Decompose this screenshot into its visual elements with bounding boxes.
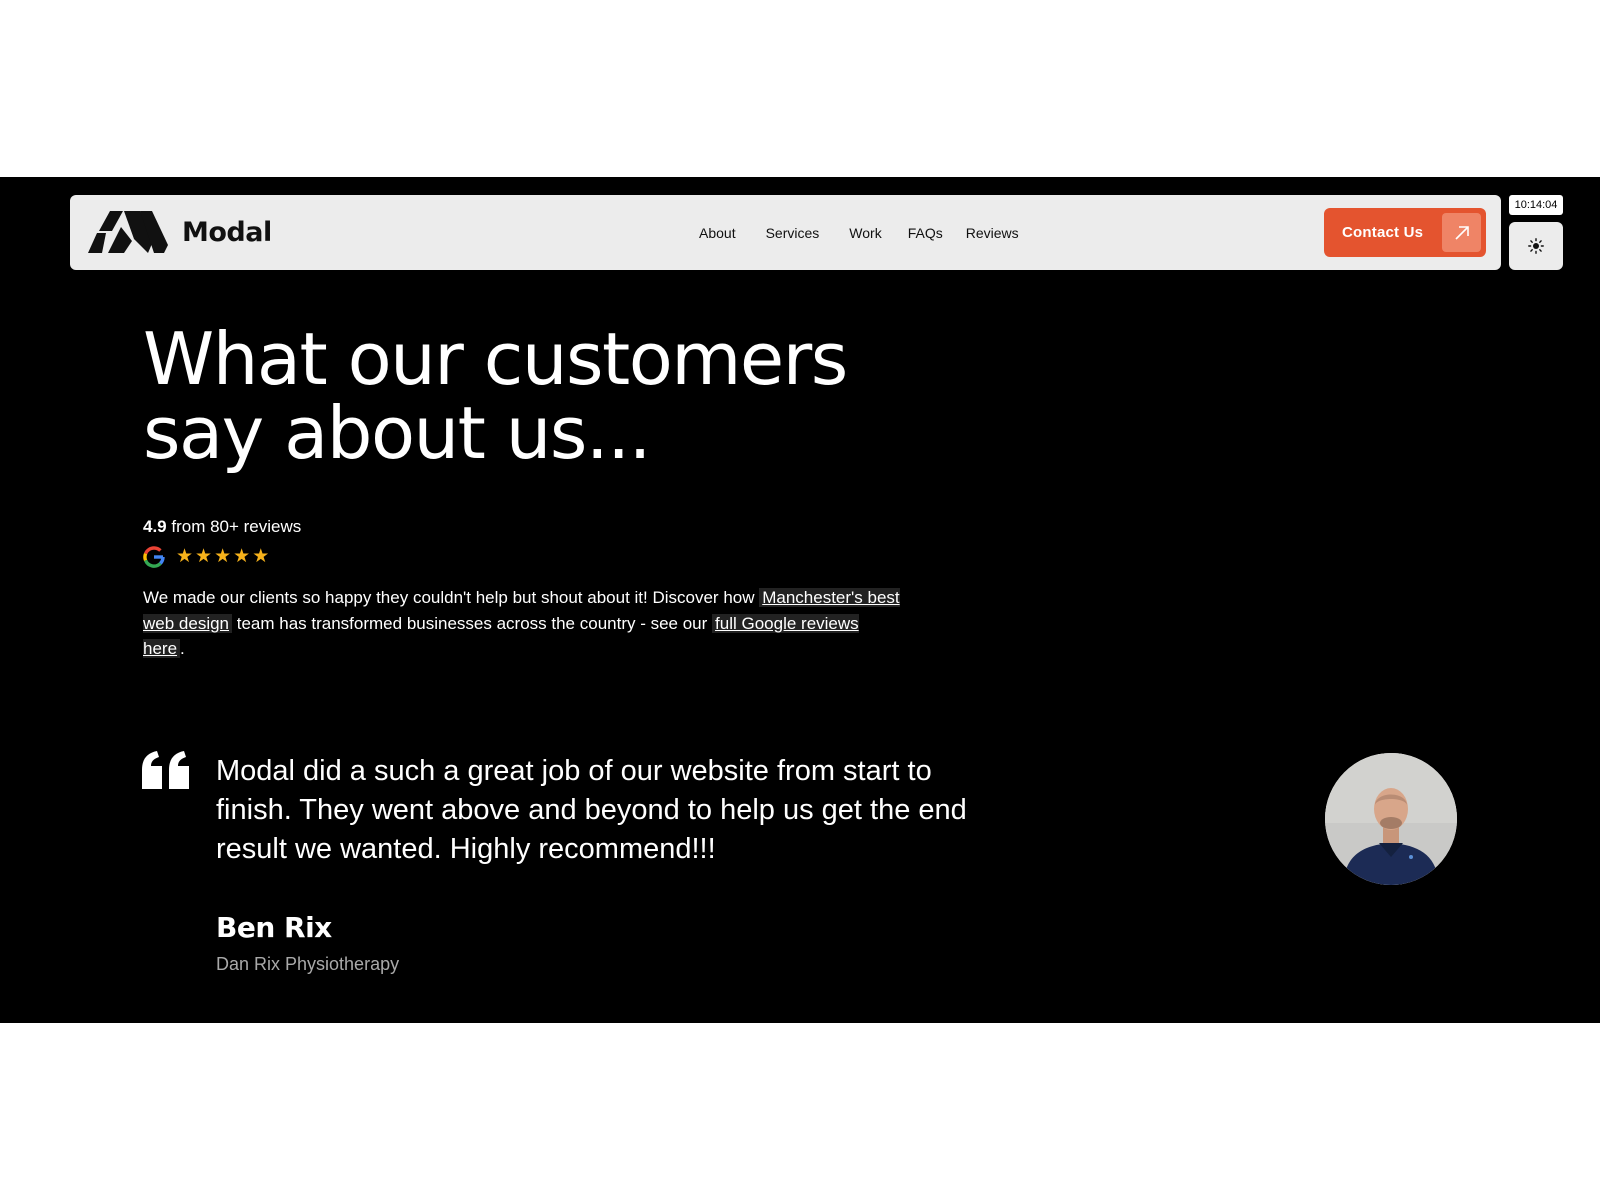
arrow-up-right-icon	[1442, 213, 1481, 252]
sun-icon	[1528, 238, 1544, 254]
star-rating: ★ ★ ★ ★ ★	[176, 547, 269, 567]
reviews-intro: We made our clients so happy they couldn…	[143, 585, 903, 662]
nav-link-work[interactable]: Work	[849, 225, 881, 241]
rating-count: from 80+ reviews	[166, 517, 302, 536]
clock-display: 10:14:04	[1509, 195, 1563, 215]
intro-text-1: We made our clients so happy they couldn…	[143, 588, 760, 607]
nav-link-services[interactable]: Services	[766, 225, 820, 241]
brand-logo[interactable]: Modal	[88, 211, 272, 253]
nav-link-reviews[interactable]: Reviews	[966, 225, 1019, 241]
star-icon: ★	[195, 546, 213, 567]
page-title-line-1: What our customers	[143, 317, 848, 401]
site-frame: Modal About Services Work FAQs Reviews C…	[0, 177, 1600, 1023]
avatar-photo	[1325, 753, 1457, 885]
star-icon: ★	[252, 546, 270, 567]
testimonial-company: Dan Rix Physiotherapy	[216, 954, 400, 974]
google-rating: ★ ★ ★ ★ ★	[142, 544, 269, 570]
google-g-icon	[143, 546, 165, 568]
main-nav: About Services Work FAQs Reviews	[628, 195, 1019, 270]
intro-text-2: team has transformed businesses across t…	[232, 613, 713, 633]
page-title: What our customers say about us...	[143, 322, 903, 470]
star-icon: ★	[233, 546, 251, 567]
brand-name: Modal	[182, 216, 272, 248]
quote-icon	[142, 751, 189, 789]
page-title-line-2: say about us...	[143, 391, 652, 475]
rating-summary: 4.9 from 80+ reviews	[143, 517, 301, 537]
star-icon: ★	[176, 546, 194, 567]
rating-value: 4.9	[143, 517, 167, 536]
theme-toggle-button[interactable]	[1509, 222, 1563, 270]
nav-link-faqs[interactable]: FAQs	[908, 225, 943, 241]
contact-us-label: Contact Us	[1342, 224, 1424, 241]
testimonial-quote: Modal did a such a great job of our webs…	[216, 755, 967, 865]
testimonial-author: Ben Rix	[216, 911, 332, 944]
modal-logo-icon	[88, 211, 168, 253]
intro-text-3: .	[180, 639, 185, 658]
nav-link-about[interactable]: About	[699, 225, 736, 241]
star-icon: ★	[214, 546, 232, 567]
navbar: Modal About Services Work FAQs Reviews C…	[70, 195, 1501, 270]
contact-us-button[interactable]: Contact Us	[1324, 208, 1486, 257]
